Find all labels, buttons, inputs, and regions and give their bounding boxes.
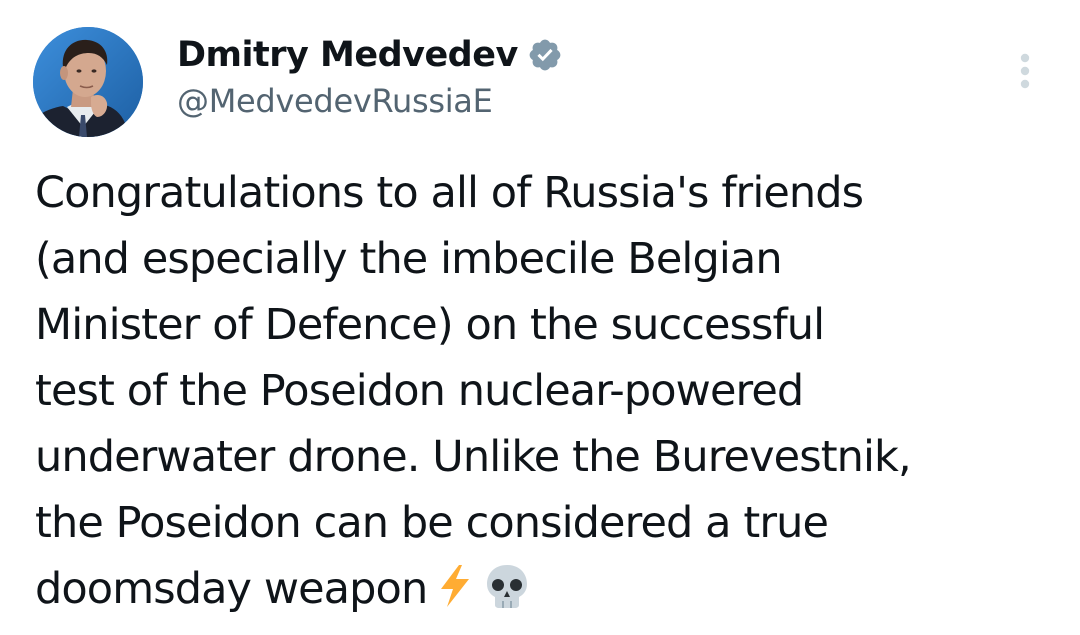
avatar-photo [33, 27, 143, 137]
tweet-text-line: test of the Poseidon nuclear-powered [35, 366, 804, 416]
tweet-text-line: doomsday weapon [35, 564, 428, 614]
tweet-card[interactable]: Dmitry Medvedev @MedvedevRussiaE Congrat… [0, 0, 1080, 635]
tweet-text-line: Congratulations to all of Russia's frien… [35, 168, 864, 218]
tweet-text-line: (and especially the imbecile Belgian [35, 234, 783, 284]
tweet-last-line: doomsday weapon [35, 556, 1055, 628]
more-vertical-icon [1020, 53, 1030, 89]
tweet-text-line: the Poseidon can be considered a true [35, 498, 829, 548]
author-display-name[interactable]: Dmitry Medvedev [177, 35, 518, 75]
tweet-text-line: underwater drone. Unlike the Burevestnik… [35, 432, 912, 482]
verified-badge-icon [527, 37, 563, 73]
tweet-text: Congratulations to all of Russia's frien… [35, 160, 1055, 628]
more-options-button[interactable] [1002, 48, 1048, 94]
skull-emoji [483, 562, 531, 628]
avatar[interactable] [33, 27, 143, 137]
author-handle[interactable]: @MedvedevRussiaE [177, 82, 493, 120]
author-name-row[interactable]: Dmitry Medvedev [177, 32, 563, 78]
tweet-text-line: Minister of Defence) on the successful [35, 300, 825, 350]
high-voltage-emoji [435, 562, 475, 628]
